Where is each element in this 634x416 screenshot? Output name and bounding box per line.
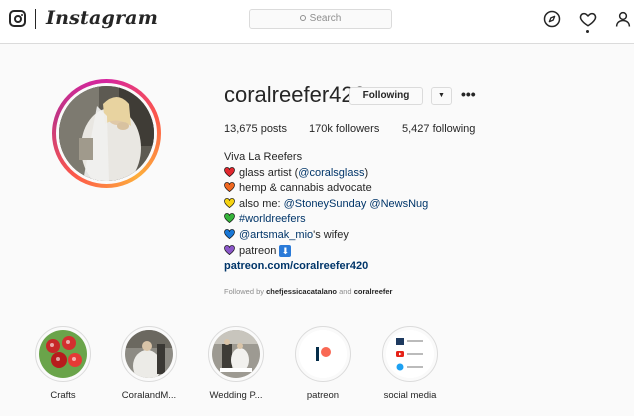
highlight-wedding[interactable]: Wedding P... — [201, 326, 271, 401]
bio-name: Viva La Reefers — [224, 151, 303, 163]
bio-line: also me: @StoneySunday @NewsNug — [224, 197, 428, 213]
bio-text: glass artist ( — [239, 166, 299, 179]
yellow-heart-icon — [224, 197, 235, 208]
followed-by-user[interactable]: chefjessicacatalano — [266, 287, 337, 296]
bio-line: glass artist (@coralsglass) — [224, 166, 428, 182]
profile-person-icon[interactable] — [614, 10, 632, 28]
bio-line: #worldreefers — [224, 212, 428, 228]
orange-heart-icon — [224, 182, 235, 193]
instagram-wordmark[interactable]: Instagram — [46, 7, 158, 29]
instagram-logo-icon[interactable] — [9, 10, 26, 27]
highlight-coralandm[interactable]: CoralandM... — [114, 326, 184, 401]
more-dots-icon: ••• — [461, 86, 476, 102]
followers-count[interactable]: 170k followers — [309, 123, 379, 135]
followed-by: Followed by chefjessicacatalano and cora… — [224, 287, 392, 296]
highlight-label: patreon — [306, 390, 340, 401]
bio-text: also me: — [239, 197, 284, 210]
highlight-cover-wedding — [212, 330, 260, 378]
followed-by-user[interactable]: coralreefer — [354, 287, 393, 296]
explore-compass-icon[interactable] — [543, 10, 561, 28]
search-icon — [299, 15, 306, 21]
bio-text: patreon — [239, 244, 280, 257]
bio-mention-link[interactable]: @artsmak_mio — [239, 229, 313, 241]
bio-line: @artsmak_mio's wifey — [224, 228, 428, 244]
highlight-social-media[interactable]: social media — [375, 326, 445, 401]
posts-count: 13,675 posts — [224, 123, 287, 135]
avatar-photo — [59, 86, 154, 181]
bio-hashtag-link[interactable]: #worldreefers — [239, 213, 306, 225]
following-button[interactable]: Following — [349, 87, 423, 105]
following-count[interactable]: 5,427 following — [402, 123, 475, 135]
profile-username: coralreefer420 — [224, 82, 366, 107]
bio-mention-link[interactable]: @StoneySunday @NewsNug — [284, 198, 429, 210]
chevron-down-icon: ▼ — [438, 92, 445, 99]
suggestions-dropdown-button[interactable]: ▼ — [431, 87, 452, 105]
profile-avatar[interactable] — [52, 79, 161, 188]
followed-by-prefix: Followed by — [224, 287, 265, 296]
highlight-label: social media — [383, 390, 437, 401]
logo-divider — [35, 9, 36, 29]
activity-heart-icon[interactable] — [579, 10, 597, 28]
blue-heart-icon — [224, 229, 235, 239]
bio-text: ) — [364, 166, 369, 179]
highlight-patreon[interactable]: patreon — [288, 326, 358, 401]
notification-dot — [586, 30, 589, 33]
profile-bio: Viva La Reefers glass artist (@coralsgla… — [224, 150, 428, 275]
followed-by-conj: and — [339, 287, 352, 296]
bio-mention-link[interactable]: @coralsglass — [298, 167, 364, 179]
highlight-label: CoralandM... — [121, 390, 177, 401]
bio-external-link[interactable]: patreon.com/coralreefer420 — [224, 259, 428, 275]
highlight-crafts[interactable]: Crafts — [28, 326, 98, 401]
down-arrow-icon: ⬇ — [279, 244, 292, 257]
green-heart-icon — [224, 213, 235, 224]
search-placeholder: Search — [309, 13, 342, 24]
more-options-button[interactable]: ••• — [461, 87, 476, 101]
bio-text: 's wifey — [313, 228, 349, 241]
highlight-cover-social-media — [386, 330, 434, 378]
search-input[interactable]: Search — [249, 9, 392, 29]
bio-text: hemp & cannabis advocate — [239, 182, 372, 195]
top-navigation-bar: Instagram Search — [0, 0, 634, 44]
highlight-label: Crafts — [50, 390, 76, 401]
red-heart-icon — [224, 166, 235, 177]
bio-line: hemp & cannabis advocate — [224, 181, 428, 197]
highlight-cover-coralandm — [125, 330, 173, 378]
highlight-cover-crafts — [39, 330, 87, 378]
highlight-label: Wedding P... — [209, 390, 263, 401]
purple-heart-icon — [224, 244, 235, 255]
bio-line: patreon ⬇ — [224, 244, 428, 260]
patreon-logo-icon — [299, 330, 347, 378]
